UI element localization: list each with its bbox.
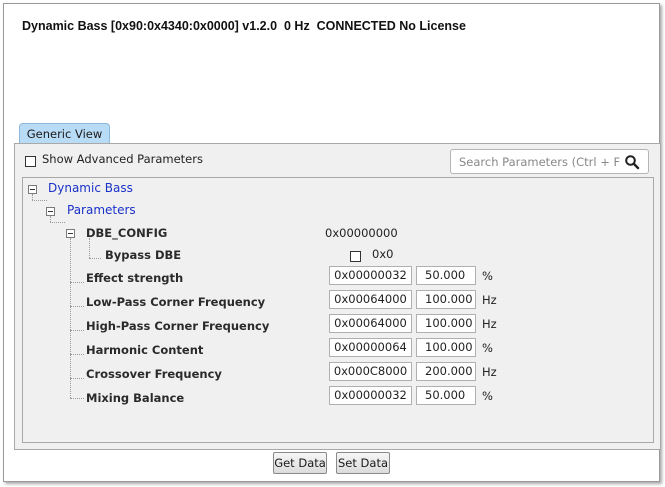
param-value-field[interactable]: 200.000: [416, 362, 476, 381]
generic-view-panel: Show Advanced Parameters Search Paramete…: [14, 143, 661, 450]
tree-group-label[interactable]: Parameters: [67, 203, 136, 217]
parameter-tree: Dynamic Bass Parameters DBE_CONFIG 0x000…: [22, 177, 654, 443]
param-label: Mixing Balance: [86, 391, 185, 405]
set-data-button[interactable]: Set Data: [336, 452, 390, 474]
param-value-field[interactable]: 100.000: [416, 314, 476, 333]
collapse-icon[interactable]: [46, 207, 55, 216]
dbe-config-label: DBE_CONFIG: [86, 226, 168, 240]
collapse-icon[interactable]: [28, 185, 37, 194]
window-title: Dynamic Bass [0x90:0x4340:0x0000] v1.2.0…: [22, 19, 466, 33]
param-unit: %: [482, 341, 493, 355]
param-unit: Hz: [482, 365, 497, 379]
search-icon[interactable]: [624, 154, 640, 170]
param-hex-field[interactable]: 0x000C8000: [329, 362, 412, 381]
tree-connector: [70, 330, 84, 331]
param-hex-field[interactable]: 0x00000064: [329, 338, 412, 357]
search-input[interactable]: [459, 154, 621, 170]
param-unit: %: [482, 269, 493, 283]
collapse-icon[interactable]: [66, 229, 75, 238]
param-unit: %: [482, 389, 493, 403]
tree-connector: [89, 258, 101, 259]
app-window: Dynamic Bass [0x90:0x4340:0x0000] v1.2.0…: [3, 3, 661, 482]
bypass-dbe-checkbox[interactable]: [350, 251, 361, 262]
tree-connector: [70, 282, 84, 283]
param-label: Effect strength: [86, 271, 184, 285]
param-label: Crossover Frequency: [86, 367, 222, 381]
param-label: Harmonic Content: [86, 343, 204, 357]
dbe-config-value: 0x00000000: [325, 226, 398, 240]
param-hex-field[interactable]: 0x00000032: [329, 266, 412, 285]
tree-connector: [70, 354, 84, 355]
tree-connector: [70, 398, 84, 399]
param-hex-field[interactable]: 0x00000032: [329, 386, 412, 405]
param-value-field[interactable]: 50.000: [416, 386, 476, 405]
param-value-field[interactable]: 100.000: [416, 338, 476, 357]
tree-connector: [70, 378, 84, 379]
param-value-field[interactable]: 100.000: [416, 290, 476, 309]
tree-connector: [50, 222, 65, 223]
param-hex-field[interactable]: 0x00064000: [329, 314, 412, 333]
param-value-field[interactable]: 50.000: [416, 266, 476, 285]
param-unit: Hz: [482, 317, 497, 331]
param-label: High-Pass Corner Frequency: [86, 319, 270, 333]
get-data-button[interactable]: Get Data: [273, 452, 327, 474]
param-unit: Hz: [482, 293, 497, 307]
show-advanced-checkbox[interactable]: [25, 156, 36, 167]
tree-connector: [32, 200, 47, 201]
tree-root-label[interactable]: Dynamic Bass: [48, 181, 133, 195]
param-label: Low-Pass Corner Frequency: [86, 295, 266, 309]
bypass-dbe-value: 0x0: [372, 247, 394, 261]
param-hex-field[interactable]: 0x00064000: [329, 290, 412, 309]
tree-connector: [89, 238, 90, 258]
tree-connector: [70, 238, 71, 398]
bypass-dbe-label: Bypass DBE: [105, 248, 182, 262]
tab-generic-view[interactable]: Generic View: [19, 123, 110, 144]
tree-connector: [70, 306, 84, 307]
search-box: [450, 149, 649, 174]
show-advanced-label: Show Advanced Parameters: [42, 152, 203, 166]
